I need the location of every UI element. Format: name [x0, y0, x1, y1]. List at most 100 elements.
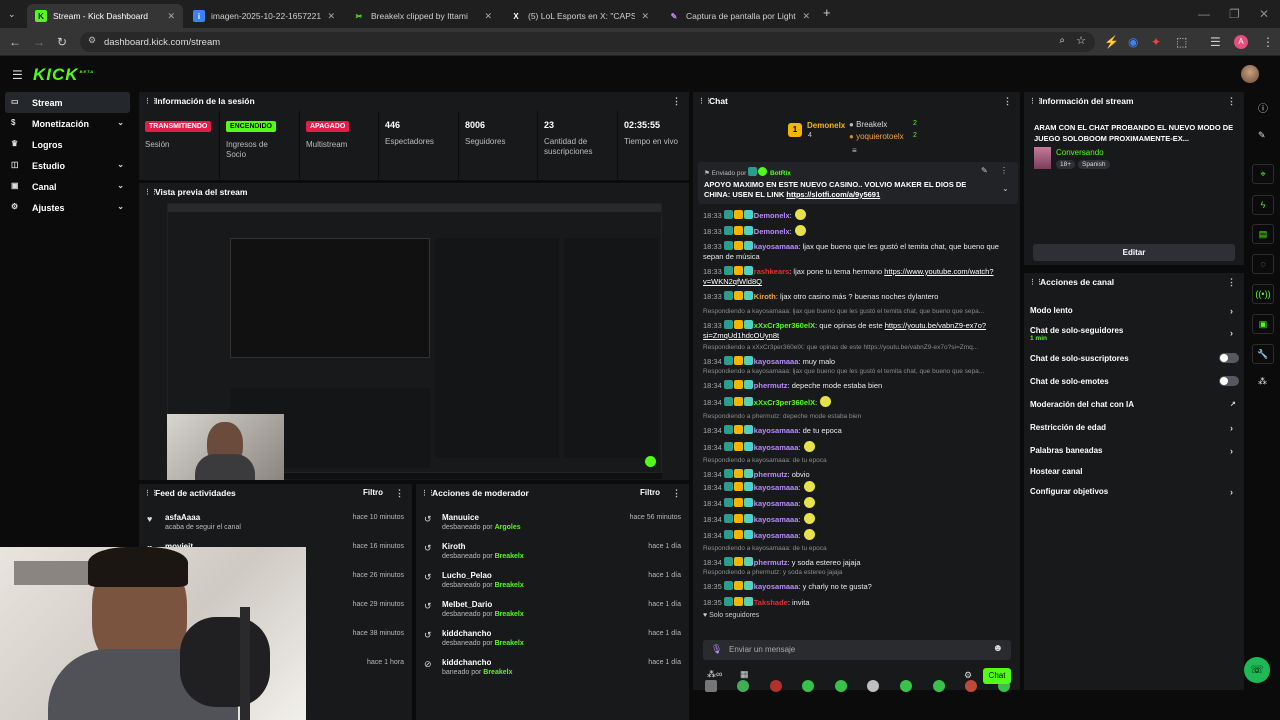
- grip-icon[interactable]: ⋮⋮: [698, 97, 712, 105]
- send-chat-button[interactable]: Chat: [983, 668, 1011, 684]
- grip-icon[interactable]: ⋮⋮: [144, 97, 158, 105]
- mod-by[interactable]: Breakelx: [495, 611, 524, 618]
- mic-icon[interactable]: 🎙: [711, 644, 722, 655]
- extensions-puzzle-icon[interactable]: ⬚: [1176, 35, 1187, 49]
- sidebar-item-monetizacion[interactable]: $ Monetización ⌄: [5, 113, 130, 134]
- chat-username[interactable]: Demonelx: [754, 227, 790, 236]
- mod-target[interactable]: Melbet_Dario: [442, 600, 492, 609]
- gift-icon[interactable]: ▦: [740, 669, 749, 680]
- mod-by[interactable]: Breakelx: [495, 640, 524, 647]
- browser-tab-lightshot[interactable]: ✎ Captura de pantalla por Lightsh... ✕: [660, 4, 818, 28]
- dismiss-pin-icon[interactable]: ⋮: [1000, 166, 1008, 175]
- more-options-icon[interactable]: ⋮: [672, 488, 681, 499]
- close-tab-icon[interactable]: ✕: [641, 11, 649, 22]
- chat-username[interactable]: phermutz: [754, 381, 788, 390]
- edit-button[interactable]: Editar: [1033, 244, 1235, 261]
- chat-username[interactable]: kayosamaaa: [754, 242, 799, 251]
- extension-twitch-icon[interactable]: ⚡: [1104, 35, 1119, 49]
- chat-username[interactable]: kayosamaaa: [754, 531, 799, 540]
- more-options-icon[interactable]: ⋮: [395, 488, 404, 499]
- sidebar-item-ajustes[interactable]: ⚙ Ajustes ⌄: [5, 197, 130, 218]
- browser-tab-kick[interactable]: K Stream - Kick Dashboard ✕: [27, 4, 183, 28]
- browser-menu-icon[interactable]: ⋮: [1262, 35, 1274, 49]
- banned-words-action[interactable]: Palabras baneadas ›: [1030, 446, 1233, 456]
- tab-search-icon[interactable]: ⌄: [8, 7, 16, 21]
- url-field[interactable]: ⚙ dashboard.kick.com/stream ⌕ ☆: [80, 32, 1095, 52]
- browser-tab-clip[interactable]: ✂ Breakelx clipped by Ittami ✕: [345, 4, 500, 28]
- kick-logo[interactable]: KICKBETA: [33, 65, 94, 85]
- goals-action[interactable]: Configurar objetivos ›: [1030, 487, 1233, 497]
- rail-tv-icon[interactable]: ▣: [1252, 314, 1274, 334]
- grip-icon[interactable]: ⋮⋮: [144, 489, 158, 497]
- category-name[interactable]: Conversando: [1056, 148, 1104, 157]
- emote-icon[interactable]: [705, 680, 717, 692]
- browser-tab-x[interactable]: X (5) LoL Esports en X: "CAPS SH... ✕: [502, 4, 657, 28]
- mod-target[interactable]: kiddchancho: [442, 629, 491, 638]
- grip-icon[interactable]: ⋮⋮: [144, 188, 158, 196]
- rail-doc-icon[interactable]: ▤: [1252, 224, 1274, 244]
- chat-input[interactable]: 🎙 Enviar un mensaje ☻: [703, 640, 1011, 660]
- more-options-icon[interactable]: ⋮: [1227, 96, 1236, 107]
- slow-mode-action[interactable]: Modo lento ›: [1030, 306, 1233, 316]
- mod-by[interactable]: Breakelx: [495, 553, 524, 560]
- emote-icon[interactable]: [867, 680, 879, 692]
- chat-username[interactable]: Takshade: [754, 598, 788, 607]
- zoom-icon[interactable]: ⌕: [1059, 35, 1065, 46]
- filter-button[interactable]: Filtro: [640, 488, 660, 497]
- leaderboard-user[interactable]: Demonelx: [807, 121, 845, 130]
- pinned-link[interactable]: https://slotfi.com/a/9y5691: [786, 190, 880, 199]
- feed-user[interactable]: asfaAaaa: [165, 513, 200, 522]
- sidebar-item-logros[interactable]: ♛ Logros: [5, 134, 130, 155]
- mod-by[interactable]: Breakelx: [495, 582, 524, 589]
- close-tab-icon[interactable]: ✕: [802, 11, 810, 22]
- forward-icon[interactable]: →: [33, 35, 45, 49]
- subscribers-only-toggle[interactable]: [1219, 353, 1239, 363]
- pinned-bot[interactable]: BotRix: [770, 170, 791, 177]
- mod-target[interactable]: Manuuice: [442, 513, 479, 522]
- chat-tools-icon[interactable]: ⁂∞: [707, 669, 722, 680]
- age-restriction-action[interactable]: Restricción de edad ›: [1030, 423, 1233, 433]
- rail-bolt-icon[interactable]: ϟ: [1252, 195, 1274, 215]
- grip-icon[interactable]: ⋮⋮: [1029, 97, 1043, 105]
- emote-icon[interactable]: [835, 680, 847, 692]
- back-icon[interactable]: ←: [9, 35, 21, 49]
- close-window-icon[interactable]: ✕: [1259, 7, 1269, 21]
- chat-username[interactable]: Kiroth: [754, 292, 776, 301]
- close-tab-icon[interactable]: ✕: [484, 11, 492, 22]
- chevron-down-icon[interactable]: ⌄: [1002, 184, 1009, 193]
- leaderboard-expand-icon[interactable]: ≡: [852, 146, 857, 155]
- browser-tab-imagen[interactable]: i imagen-2025-10-22-16572211... ✕: [185, 4, 343, 28]
- chat-username[interactable]: Demonelx: [754, 211, 790, 220]
- chat-username[interactable]: kayosamaaa: [754, 443, 799, 452]
- hamburger-menu-icon[interactable]: ☰: [12, 68, 23, 82]
- emotes-only-toggle[interactable]: [1219, 376, 1239, 386]
- chat-username[interactable]: xXxCr3per360elX: [754, 398, 815, 407]
- chat-username[interactable]: kayosamaaa: [754, 515, 799, 524]
- chat-username[interactable]: kayosamaaa: [754, 357, 799, 366]
- extension-sound-icon[interactable]: ◉: [1128, 35, 1138, 49]
- emote-icon[interactable]: [900, 680, 912, 692]
- extension-red-icon[interactable]: ✦: [1151, 35, 1161, 49]
- info-icon[interactable]: ⓘ: [1258, 100, 1268, 115]
- reading-list-icon[interactable]: ☰: [1210, 35, 1221, 49]
- grip-icon[interactable]: ⋮⋮: [1029, 278, 1043, 286]
- rail-share-icon[interactable]: ⁂: [1258, 376, 1267, 387]
- emoji-picker-icon[interactable]: ☻: [992, 643, 1003, 654]
- chat-username[interactable]: kayosamaaa: [754, 499, 799, 508]
- reload-icon[interactable]: ↻: [57, 35, 67, 49]
- minimize-icon[interactable]: —: [1198, 7, 1210, 21]
- chat-settings-icon[interactable]: ⚙: [964, 670, 972, 681]
- chat-username[interactable]: xXxCr3per360elX: [754, 321, 815, 330]
- close-tab-icon[interactable]: ✕: [167, 11, 175, 22]
- unpin-icon[interactable]: ✎: [981, 166, 988, 175]
- leaderboard-user[interactable]: ● Breakelx: [849, 120, 887, 129]
- mod-target[interactable]: Lucho_Pelao: [442, 571, 492, 580]
- chat-username[interactable]: phermutz: [754, 558, 788, 567]
- grip-icon[interactable]: ⋮⋮: [421, 489, 435, 497]
- emote-icon[interactable]: [965, 680, 977, 692]
- more-options-icon[interactable]: ⋮: [1227, 277, 1236, 288]
- sidebar-item-stream[interactable]: ▭ Stream: [5, 92, 130, 113]
- mod-target[interactable]: Kiroth: [442, 542, 466, 551]
- host-channel-action[interactable]: Hostear canal: [1030, 467, 1082, 476]
- emote-icon[interactable]: [802, 680, 814, 692]
